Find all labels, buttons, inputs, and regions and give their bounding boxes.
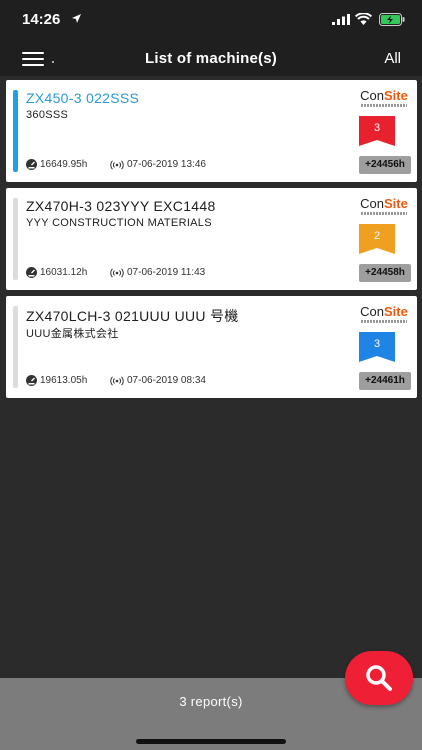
search-icon (366, 665, 392, 691)
signal-broadcast-icon (110, 267, 124, 278)
consite-logo: ConSite (358, 89, 410, 109)
location-arrow-icon (72, 14, 81, 23)
gauge-icon (26, 267, 37, 278)
rank-badge: 2 (359, 224, 395, 254)
rank-number: 2 (373, 230, 381, 242)
machine-card[interactable]: ZX470LCH-3 021UUU UUU 号機 UUU金属株式会社 19613… (6, 296, 417, 398)
machine-card[interactable]: ZX470H-3 023YYY EXC1448 YYY CONSTRUCTION… (6, 188, 417, 290)
signal-broadcast-icon (110, 375, 124, 386)
rank-badge: 3 (359, 116, 395, 146)
hour-meter: 19613.05h (26, 375, 87, 386)
cellular-signal-icon (332, 14, 350, 25)
card-accent-bar (13, 306, 18, 388)
home-indicator[interactable] (136, 739, 286, 744)
machine-card[interactable]: ZX450-3 022SSS 360SSS 16649.95h 07-06-20… (6, 80, 417, 182)
hour-difference-badge: +24461h (359, 372, 411, 390)
hour-difference-badge: +24458h (359, 264, 411, 282)
machine-name: ZX470H-3 023YYY EXC1448 (26, 198, 216, 214)
navigation-bar: List of machine(s) All (0, 40, 422, 76)
last-communication: 07-06-2019 13:46 (110, 159, 206, 170)
hour-meter: 16031.12h (26, 267, 87, 278)
hour-meter-value: 19613.05h (40, 375, 88, 386)
machine-name: ZX470LCH-3 021UUU UUU 号機 (26, 308, 239, 324)
last-communication: 07-06-2019 11:43 (110, 267, 205, 278)
gauge-icon (26, 375, 37, 386)
hour-meter-value: 16649.95h (40, 159, 88, 170)
hour-meter: 16649.95h (26, 159, 87, 170)
hour-meter-value: 16031.12h (40, 267, 88, 278)
filter-all-button[interactable]: All (384, 50, 401, 67)
hour-difference-badge: +24456h (359, 156, 411, 174)
consite-logo: ConSite (358, 197, 410, 217)
status-time: 14:26 (22, 11, 61, 28)
rank-number: 3 (373, 338, 381, 350)
rank-number: 3 (373, 122, 381, 134)
battery-charging-icon (379, 13, 405, 26)
machine-name: ZX450-3 022SSS (26, 90, 140, 106)
signal-broadcast-icon (110, 159, 124, 170)
consite-logo: ConSite (358, 305, 410, 325)
gauge-icon (26, 159, 37, 170)
wifi-icon (355, 13, 372, 25)
card-accent-bar (13, 90, 18, 172)
machine-owner: UUU金属株式会社 (26, 328, 119, 340)
machine-owner: 360SSS (26, 109, 69, 121)
search-button[interactable] (345, 651, 413, 705)
last-communication: 07-06-2019 08:34 (110, 375, 206, 386)
machine-owner: YYY CONSTRUCTION MATERIALS (26, 217, 212, 229)
last-communication-datetime: 07-06-2019 13:46 (127, 159, 206, 170)
rank-badge: 3 (359, 332, 395, 362)
page-title: List of machine(s) (145, 50, 277, 67)
last-communication-datetime: 07-06-2019 11:43 (127, 267, 206, 278)
card-accent-bar (13, 198, 18, 280)
status-bar: 14:26 (0, 0, 422, 40)
last-communication-datetime: 07-06-2019 08:34 (127, 375, 206, 386)
